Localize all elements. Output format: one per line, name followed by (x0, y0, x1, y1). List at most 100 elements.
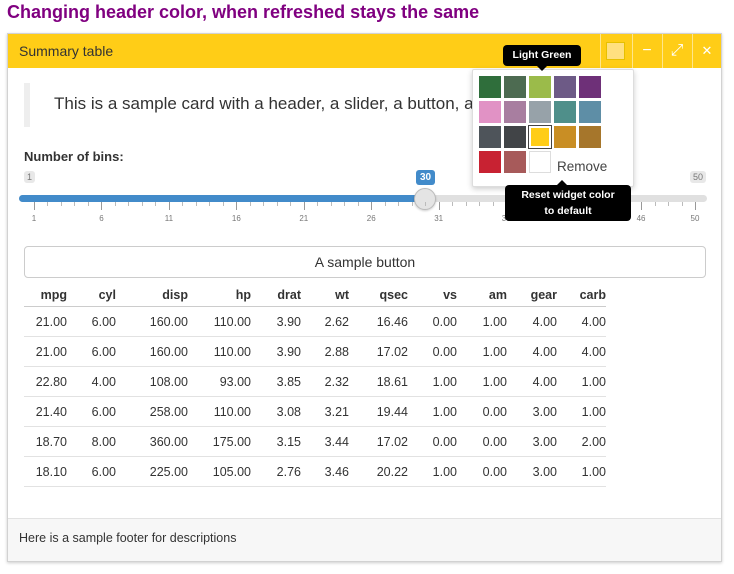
column-header-carb: carb (557, 283, 606, 307)
slider-tick-label: 31 (434, 214, 444, 223)
table-cell-gear: 4.00 (507, 306, 557, 337)
card-title: Summary table (19, 43, 114, 59)
slider-minor-tick (276, 202, 278, 206)
table-cell-hp: 110.00 (188, 396, 251, 427)
table-cell-hp: 175.00 (188, 426, 251, 457)
table-cell-drat: 3.90 (251, 336, 301, 367)
reset-tooltip-line1: Reset widget color (521, 189, 615, 201)
color-swatch[interactable] (529, 101, 551, 123)
slider-label: Number of bins: (24, 149, 124, 164)
current-color-swatch-icon (605, 42, 625, 60)
color-swatch[interactable] (504, 126, 526, 148)
slider-minor-tick (330, 202, 332, 206)
table-cell-qsec: 18.61 (349, 366, 408, 397)
column-header-am: am (457, 283, 507, 307)
slider-tick-label: 1 (31, 214, 37, 223)
column-header-wt: wt (301, 283, 349, 307)
slider-minor-tick (465, 202, 467, 206)
color-swatch[interactable] (504, 101, 526, 123)
slider-major-tick (101, 202, 103, 210)
table-cell-qsec: 19.44 (349, 396, 408, 427)
table-cell-mpg: 18.70 (24, 426, 67, 457)
table-cell-qsec: 16.46 (349, 306, 408, 337)
color-swatch[interactable] (529, 151, 551, 173)
table-cell-carb: 1.00 (557, 396, 606, 427)
slider-minor-tick (384, 202, 386, 206)
slider-minor-tick (398, 202, 400, 206)
color-swatch[interactable] (554, 101, 576, 123)
table-cell-wt: 2.88 (301, 336, 349, 367)
table-row: 21.00 6.00 160.00 110.00 3.90 2.62 16.46 0.00 1.… (24, 306, 606, 337)
table-cell-cyl: 6.00 (67, 456, 116, 487)
table-cell-wt: 2.62 (301, 306, 349, 337)
slider-minor-tick (344, 202, 346, 206)
sample-button[interactable]: A sample button (24, 246, 706, 278)
slider-minor-tick (263, 202, 265, 206)
table-cell-cyl: 8.00 (67, 426, 116, 457)
color-swatch[interactable] (479, 151, 501, 173)
color-swatch[interactable] (554, 126, 576, 148)
table-cell-gear: 4.00 (507, 336, 557, 367)
table-cell-vs: 1.00 (408, 366, 457, 397)
slider-minor-tick (317, 202, 319, 206)
table-cell-cyl: 4.00 (67, 366, 116, 397)
table-cell-mpg: 21.40 (24, 396, 67, 427)
summary-table: mpg cyl disp hp drat wt qsec vs am gear carb 21.00… (24, 283, 606, 487)
table-cell-wt: 3.44 (301, 426, 349, 457)
slider-major-tick (438, 202, 440, 210)
slider-minor-tick (425, 202, 427, 206)
minimize-button[interactable]: − (632, 34, 661, 68)
table-cell-gear: 4.00 (507, 366, 557, 397)
table-cell-disp: 108.00 (116, 366, 188, 397)
table-cell-am: 0.00 (457, 456, 507, 487)
table-cell-mpg: 21.00 (24, 306, 67, 337)
slider-tick-label: 46 (636, 214, 646, 223)
table-row: 21.40 6.00 258.00 110.00 3.08 3.21 19.44 1.00 0.… (24, 396, 606, 427)
slider-minor-tick (654, 202, 656, 206)
card-description-text: This is a sample card with a header, a s… (54, 94, 474, 113)
color-swatch[interactable] (479, 76, 501, 98)
table-cell-carb: 1.00 (557, 366, 606, 397)
reset-tooltip-line2: to default (544, 205, 592, 217)
table-cell-hp: 110.00 (188, 336, 251, 367)
slider-tick-label: 26 (366, 214, 376, 223)
table-cell-mpg: 18.10 (24, 456, 67, 487)
color-swatch[interactable] (528, 125, 552, 149)
color-swatch[interactable] (479, 126, 501, 148)
color-swatch[interactable] (504, 76, 526, 98)
table-cell-gear: 3.00 (507, 456, 557, 487)
slider-minor-tick (87, 202, 89, 206)
slider-min-label: 1 (24, 171, 36, 183)
slider-major-tick (34, 202, 35, 210)
remove-color-option[interactable]: Remove (557, 159, 607, 174)
column-header-cyl: cyl (67, 283, 116, 307)
color-swatch[interactable] (579, 76, 601, 98)
color-swatch[interactable] (529, 76, 551, 98)
table-cell-am: 1.00 (457, 336, 507, 367)
table-cell-cyl: 6.00 (67, 396, 116, 427)
table-cell-qsec: 17.02 (349, 336, 408, 367)
table-cell-drat: 2.76 (251, 456, 301, 487)
table-cell-cyl: 6.00 (67, 336, 116, 367)
table-cell-qsec: 17.02 (349, 426, 408, 457)
color-swatch[interactable] (504, 151, 526, 173)
color-swatch[interactable] (554, 76, 576, 98)
color-picker-button[interactable] (600, 34, 629, 68)
color-palette-popover: Remove (472, 69, 634, 187)
card-footer: Here is a sample footer for descriptions (8, 518, 721, 561)
table-cell-carb: 2.00 (557, 426, 606, 457)
minus-icon: − (642, 42, 652, 59)
slider-minor-tick (411, 202, 413, 206)
slider-max-label: 50 (690, 171, 707, 183)
color-swatch[interactable] (479, 101, 501, 123)
table-cell-mpg: 21.00 (24, 336, 67, 367)
table-cell-am: 0.00 (457, 396, 507, 427)
close-button[interactable]: ✕ (692, 34, 721, 68)
table-cell-disp: 360.00 (116, 426, 188, 457)
slider-minor-tick (182, 202, 184, 206)
color-swatch[interactable] (579, 126, 601, 148)
color-swatch[interactable] (579, 101, 601, 123)
maximize-button[interactable]: ⤢ (662, 34, 691, 68)
column-header-drat: drat (251, 283, 301, 307)
table-cell-hp: 110.00 (188, 306, 251, 337)
